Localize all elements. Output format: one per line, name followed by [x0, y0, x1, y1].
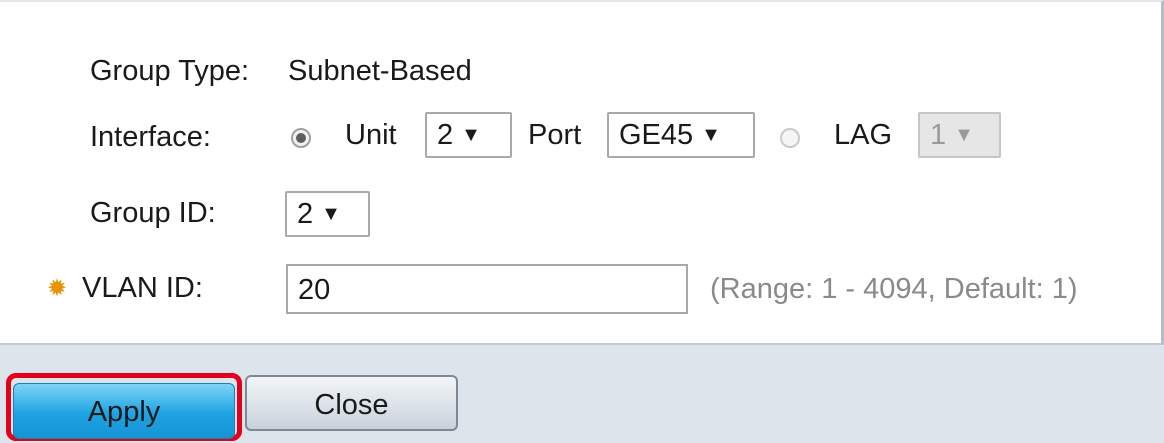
lag-label: LAG — [834, 119, 893, 151]
chevron-down-icon: ▼ — [701, 124, 721, 146]
group-id-select[interactable]: 2 ▼ — [285, 191, 370, 237]
lag-radio[interactable] — [780, 128, 800, 148]
unit-select[interactable]: 2 ▼ — [425, 112, 512, 158]
chevron-down-icon: ▼ — [461, 124, 481, 146]
group-type-value: Subnet-Based — [288, 55, 472, 87]
group-type-label: Group Type: — [90, 55, 250, 87]
chevron-down-icon: ▼ — [954, 124, 974, 146]
form-panel: Group Type: Subnet-Based Interface: Unit… — [0, 0, 1164, 345]
close-button[interactable]: Close — [245, 375, 458, 431]
interface-label: Interface: — [90, 121, 211, 153]
vlan-id-input[interactable]: 20 — [286, 264, 688, 314]
vlan-range-hint: (Range: 1 - 4094, Default: 1) — [710, 273, 1078, 305]
unit-select-value: 2 — [437, 119, 454, 151]
vlan-id-input-value: 20 — [298, 274, 331, 306]
chevron-down-icon: ▼ — [321, 203, 341, 225]
unit-radio[interactable] — [291, 128, 311, 148]
group-id-select-value: 2 — [297, 198, 314, 230]
port-select[interactable]: GE45 ▼ — [607, 112, 755, 158]
lag-select-value: 1 — [930, 119, 947, 151]
port-label: Port — [528, 119, 582, 151]
gear-icon: ✹ — [47, 275, 68, 302]
apply-button[interactable]: Apply — [13, 383, 235, 439]
port-select-value: GE45 — [619, 119, 694, 151]
unit-label: Unit — [345, 119, 397, 151]
group-id-label: Group ID: — [90, 197, 216, 229]
lag-select: 1 ▼ — [918, 112, 1001, 158]
vlan-id-label: VLAN ID: — [82, 272, 203, 304]
